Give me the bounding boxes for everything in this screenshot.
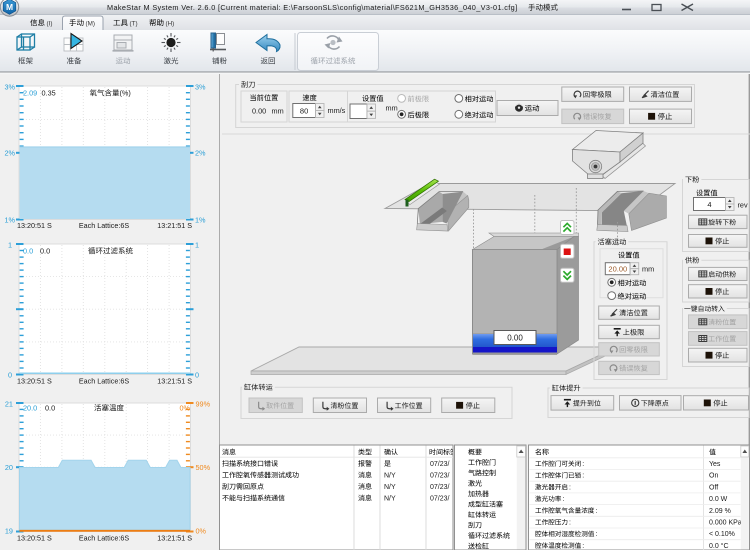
svg-text:(T): (T): [130, 20, 138, 27]
svg-text::: :: [582, 543, 584, 550]
svg-text:3%: 3%: [195, 83, 206, 92]
svg-text:(H): (H): [166, 20, 175, 27]
svg-text:13:21:51 S: 13:21:51 S: [157, 534, 192, 543]
svg-text::: :: [582, 461, 584, 468]
svg-text:0.00: 0.00: [507, 334, 523, 343]
svg-text:2%: 2%: [195, 149, 206, 158]
svg-text:N/Y: N/Y: [384, 496, 396, 503]
svg-text:1%: 1%: [195, 216, 206, 225]
svg-text::: :: [595, 531, 597, 538]
svg-text:Each Lattice:6S: Each Lattice:6S: [79, 534, 130, 543]
svg-text:20.0: 20.0: [23, 404, 37, 413]
svg-text:MakeStar M System Ver. 2.6.0: MakeStar M System Ver. 2.6.0 [Current ma…: [107, 3, 517, 12]
svg-text:21: 21: [5, 400, 13, 409]
svg-text:0%: 0%: [179, 404, 190, 413]
svg-text:0.0: 0.0: [23, 247, 33, 256]
svg-text:13:20:51 S: 13:20:51 S: [17, 534, 52, 543]
svg-text:< 0.10%: < 0.10%: [709, 531, 735, 538]
svg-text:0.35: 0.35: [42, 89, 56, 98]
svg-text:(%): (%): [120, 89, 131, 98]
svg-text:07/23/: 07/23/: [430, 496, 450, 503]
svg-text:mm: mm: [386, 104, 398, 113]
svg-text:On: On: [709, 473, 718, 480]
svg-text:50%: 50%: [196, 463, 211, 472]
svg-text:N/Y: N/Y: [384, 473, 396, 480]
svg-text:Each Lattice:6S: Each Lattice:6S: [79, 377, 130, 386]
svg-text:13:21:51 S: 13:21:51 S: [157, 377, 192, 386]
svg-text:rev: rev: [738, 201, 748, 210]
svg-text:1: 1: [8, 241, 12, 250]
svg-text::: :: [595, 508, 597, 515]
svg-text::: :: [562, 496, 564, 503]
svg-text::: :: [569, 484, 571, 491]
svg-text:13:20:51 S: 13:20:51 S: [17, 221, 52, 230]
svg-text:3%: 3%: [4, 83, 15, 92]
svg-text:13:21:51 S: 13:21:51 S: [157, 221, 192, 230]
svg-text:M: M: [6, 2, 13, 12]
svg-text:13:20:51 S: 13:20:51 S: [17, 377, 52, 386]
svg-text:0%: 0%: [196, 527, 207, 536]
svg-text:0.0 °C: 0.0 °C: [709, 542, 729, 550]
svg-text:0.0: 0.0: [40, 247, 50, 256]
svg-text:0: 0: [195, 371, 199, 380]
svg-text:20: 20: [5, 463, 13, 472]
svg-text:80: 80: [300, 106, 308, 115]
svg-text:2.09: 2.09: [23, 89, 37, 98]
svg-text:0.0 W: 0.0 W: [709, 496, 728, 503]
svg-text:0.0: 0.0: [45, 404, 55, 413]
svg-text:07/23/: 07/23/: [430, 461, 450, 468]
svg-text:(M): (M): [86, 20, 95, 27]
svg-text:mm: mm: [642, 264, 654, 273]
svg-text:0.00: 0.00: [252, 107, 266, 116]
svg-text:(I): (I): [47, 20, 53, 27]
svg-text:99%: 99%: [196, 400, 211, 409]
svg-text:mm: mm: [272, 107, 284, 116]
svg-text:0.000 KPa: 0.000 KPa: [709, 520, 742, 527]
svg-text:07/23/: 07/23/: [430, 484, 450, 491]
svg-text:1%: 1%: [4, 216, 15, 225]
svg-text:Yes: Yes: [709, 461, 721, 468]
svg-text:1: 1: [195, 241, 199, 250]
svg-text:07/23/: 07/23/: [430, 473, 450, 480]
svg-text:0: 0: [8, 371, 12, 380]
svg-text:N/Y: N/Y: [384, 484, 396, 491]
svg-text:4: 4: [707, 200, 711, 209]
svg-text:mm/s: mm/s: [328, 106, 346, 115]
svg-text:20.00: 20.00: [608, 265, 627, 274]
svg-text:2.09 %: 2.09 %: [709, 508, 731, 515]
svg-text::: :: [569, 520, 571, 527]
svg-text:19: 19: [5, 527, 13, 536]
svg-text:2%: 2%: [4, 149, 15, 158]
svg-text:Off: Off: [709, 484, 718, 491]
svg-text::: :: [582, 473, 584, 480]
svg-text:Each Lattice:6S: Each Lattice:6S: [79, 221, 130, 230]
